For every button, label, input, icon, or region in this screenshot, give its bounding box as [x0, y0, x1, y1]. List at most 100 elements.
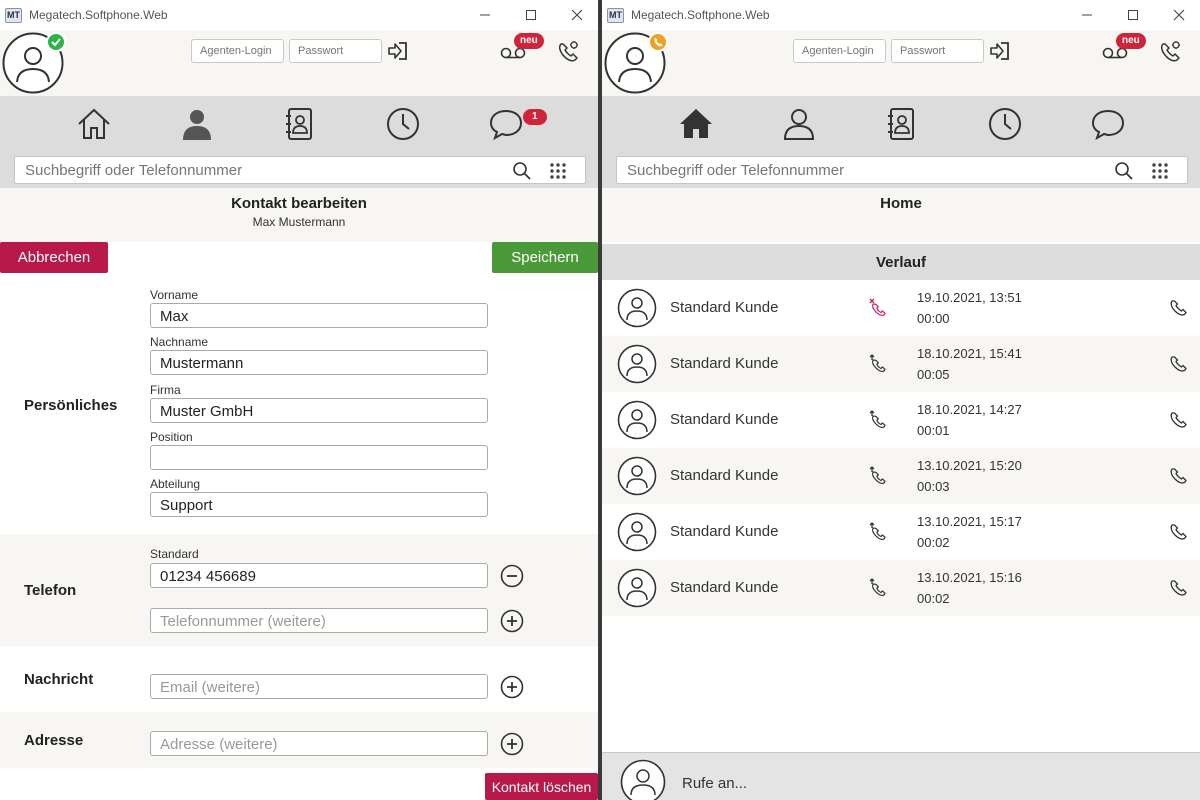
add-email-icon[interactable] — [500, 675, 524, 699]
minimize-button[interactable] — [462, 0, 508, 30]
company-field[interactable]: Muster GmbH — [150, 398, 488, 423]
call-icon[interactable] — [1168, 298, 1188, 318]
phone-standard-field[interactable]: 01234 456689 — [150, 563, 488, 588]
maximize-button[interactable] — [508, 0, 554, 30]
history-contact-name: Standard Kunde — [670, 467, 779, 484]
history-row[interactable]: Standard Kunde 13.10.2021, 15:20 00:03 — [602, 448, 1200, 504]
contacts-person-icon[interactable] — [781, 106, 817, 142]
addressbook-icon[interactable] — [282, 106, 318, 142]
contact-avatar-icon — [617, 400, 657, 440]
messages-icon[interactable] — [488, 106, 524, 142]
addressbook-icon[interactable] — [884, 106, 920, 142]
call-icon[interactable] — [1168, 354, 1188, 374]
page-title-box: Home — [602, 188, 1200, 242]
history-datetime: 13.10.2021, 15:20 — [917, 458, 1022, 473]
user-avatar[interactable] — [604, 32, 668, 94]
phone-more-field[interactable]: Telefonnummer (weitere) — [150, 608, 488, 633]
call-icon[interactable] — [1168, 410, 1188, 430]
call-icon[interactable] — [1168, 466, 1188, 486]
window-title: Megatech.Softphone.Web — [29, 8, 168, 22]
history-duration: 00:03 — [917, 479, 950, 494]
save-button[interactable]: Speichern — [492, 242, 598, 273]
search-input[interactable] — [617, 157, 1087, 183]
dialpad-icon[interactable] — [1150, 161, 1170, 181]
page-title: Kontakt bearbeiten — [231, 195, 367, 212]
message-section-label: Nachricht — [24, 671, 94, 688]
close-button[interactable] — [554, 0, 598, 30]
call-icon[interactable] — [1168, 522, 1188, 542]
add-phone-icon[interactable] — [500, 609, 524, 633]
history-contact-name: Standard Kunde — [670, 299, 779, 316]
outgoing-call-icon — [869, 578, 886, 596]
address-field[interactable]: Adresse (weitere) — [150, 731, 488, 756]
phone-section: Telefon Standard 01234 456689 Telefonnum… — [0, 534, 598, 646]
dialpad-icon[interactable] — [548, 161, 568, 181]
cancel-button[interactable]: Abbrechen — [0, 242, 108, 273]
contact-avatar-icon — [617, 512, 657, 552]
app-logo: MT — [607, 7, 624, 23]
address-section-label: Adresse — [24, 732, 84, 749]
call-icon[interactable] — [1168, 578, 1188, 598]
caller-avatar-icon — [620, 759, 666, 800]
history-row[interactable]: Standard Kunde 18.10.2021, 15:41 00:05 — [602, 336, 1200, 392]
contact-avatar-icon — [617, 456, 657, 496]
history-row[interactable]: Standard Kunde 13.10.2021, 15:16 00:02 — [602, 560, 1200, 616]
department-field[interactable]: Support — [150, 492, 488, 517]
remove-phone-icon[interactable] — [500, 564, 524, 588]
contacts-person-icon[interactable] — [179, 106, 215, 142]
lastname-field[interactable]: Mustermann — [150, 350, 488, 375]
search-icon[interactable] — [512, 161, 532, 181]
history-row[interactable]: Standard Kunde 18.10.2021, 14:27 00:01 — [602, 392, 1200, 448]
messages-icon[interactable] — [1090, 106, 1126, 142]
history-datetime: 13.10.2021, 15:17 — [917, 514, 1022, 529]
nav-bar — [602, 96, 1200, 156]
history-duration: 00:00 — [917, 311, 950, 326]
email-field[interactable]: Email (weitere) — [150, 674, 488, 699]
close-button[interactable] — [1156, 0, 1200, 30]
password-input[interactable] — [891, 39, 984, 63]
contact-avatar-icon — [617, 288, 657, 328]
call-forward-icon[interactable] — [555, 39, 581, 65]
personal-section: Persönliches Vorname Max Nachname Muster… — [0, 280, 598, 534]
agent-login-input[interactable] — [793, 39, 886, 63]
active-call-bar[interactable]: Rufe an... — [602, 752, 1200, 800]
right-window: MT Megatech.Softphone.Web neu Home — [602, 0, 1200, 800]
lastname-label: Nachname — [150, 335, 209, 349]
app-header: neu — [0, 30, 598, 96]
history-clock-icon[interactable] — [385, 106, 421, 142]
agent-login-input[interactable] — [191, 39, 284, 63]
history-contact-name: Standard Kunde — [670, 523, 779, 540]
outgoing-call-icon — [869, 522, 886, 540]
history-row[interactable]: Standard Kunde 13.10.2021, 15:17 00:02 — [602, 504, 1200, 560]
add-address-icon[interactable] — [500, 732, 524, 756]
delete-contact-button[interactable]: Kontakt löschen — [485, 773, 598, 800]
history-clock-icon[interactable] — [987, 106, 1023, 142]
maximize-button[interactable] — [1110, 0, 1156, 30]
left-window: MT Megatech.Softphone.Web neu 1 Kont — [0, 0, 598, 800]
history-row[interactable]: Standard Kunde 19.10.2021, 13:51 00:00 — [602, 280, 1200, 336]
missed-call-icon — [869, 298, 886, 316]
contact-avatar-icon — [617, 568, 657, 608]
new-voicemail-badge: neu — [514, 33, 544, 49]
department-label: Abteilung — [150, 477, 201, 491]
history-header: Verlauf — [602, 244, 1200, 280]
firstname-field[interactable]: Max — [150, 303, 488, 328]
search-bar — [602, 156, 1200, 188]
minimize-button[interactable] — [1064, 0, 1110, 30]
search-icon[interactable] — [1114, 161, 1134, 181]
search-input[interactable] — [15, 157, 485, 183]
home-icon[interactable] — [678, 106, 714, 142]
home-icon[interactable] — [76, 106, 112, 142]
password-input[interactable] — [289, 39, 382, 63]
call-forward-icon[interactable] — [1157, 39, 1183, 65]
history-contact-name: Standard Kunde — [670, 411, 779, 428]
user-avatar[interactable] — [2, 32, 66, 94]
login-icon[interactable] — [386, 39, 410, 63]
login-icon[interactable] — [988, 39, 1012, 63]
status-on-call-icon — [648, 32, 668, 52]
status-online-icon — [46, 32, 66, 52]
position-field[interactable] — [150, 445, 488, 470]
app-header: neu — [602, 30, 1200, 96]
company-label: Firma — [150, 383, 181, 397]
phone-section-label: Telefon — [24, 582, 77, 599]
